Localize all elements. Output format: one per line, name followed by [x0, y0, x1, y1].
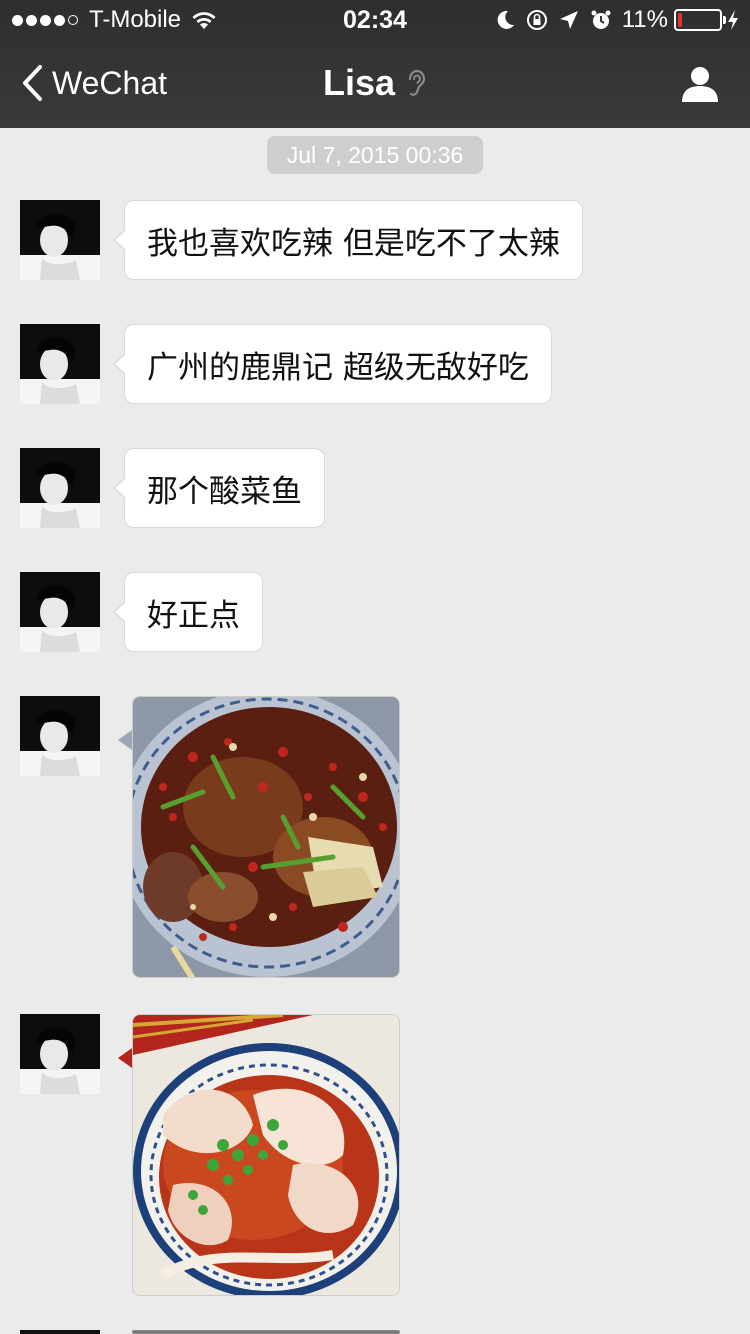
message-bubble[interactable]: 广州的鹿鼎记 超级无敌好吃	[113, 324, 552, 404]
rotation-lock-icon	[526, 10, 547, 30]
avatar[interactable]	[20, 696, 100, 776]
message-bubble[interactable]: 我也喜欢吃辣 但是吃不了太辣	[113, 200, 583, 280]
alarm-icon	[591, 10, 611, 29]
status-bar: T-Mobile 02:34 11%	[0, 0, 750, 40]
top-bar: T-Mobile 02:34 11% WeChat Lisa	[0, 0, 750, 128]
spicy-fish-dish-photo[interactable]	[132, 696, 400, 978]
chat-title: Lisa	[0, 62, 750, 104]
battery-level-fill	[678, 13, 682, 27]
image-bubble-tail	[118, 730, 132, 750]
profile-icon[interactable]	[680, 64, 720, 104]
battery-percent: 11%	[621, 6, 668, 33]
avatar[interactable]	[20, 1330, 100, 1334]
chat-timestamp: Jul 7, 2015 00:36	[267, 136, 483, 174]
moon-icon	[497, 10, 514, 29]
wonton-soup-photo[interactable]	[132, 1014, 400, 1296]
charging-bolt-icon	[728, 10, 738, 30]
location-arrow-icon	[559, 11, 578, 29]
status-right: 11%	[494, 6, 740, 34]
image-bubble-tail	[118, 1048, 132, 1068]
contact-name: Lisa	[322, 62, 396, 103]
battery-icon	[674, 9, 726, 31]
avatar[interactable]	[20, 448, 100, 528]
message-bubble[interactable]: 好正点	[113, 572, 263, 652]
avatar[interactable]	[20, 200, 100, 280]
message-bubble[interactable]: 那个酸菜鱼	[113, 448, 325, 528]
nav-bar: WeChat Lisa	[0, 40, 750, 128]
avatar[interactable]	[20, 1014, 100, 1094]
earpiece-icon	[408, 69, 426, 96]
image-bubble[interactable]	[132, 1330, 400, 1334]
avatar[interactable]	[20, 324, 100, 404]
avatar[interactable]	[20, 572, 100, 652]
